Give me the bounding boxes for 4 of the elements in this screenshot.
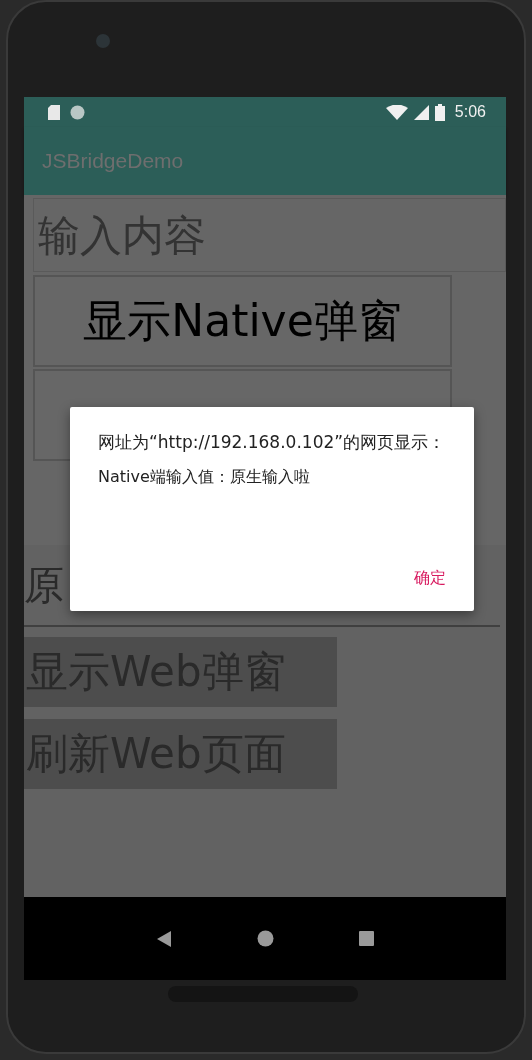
status-time: 5:06 [454, 103, 486, 121]
app-title: JSBridgeDemo [42, 149, 184, 173]
dialog-message: Native端输入值：原生输入啦 [98, 466, 311, 488]
dialog-title: 网址为“http://192.168.0.102”的网页显示： [98, 431, 446, 454]
